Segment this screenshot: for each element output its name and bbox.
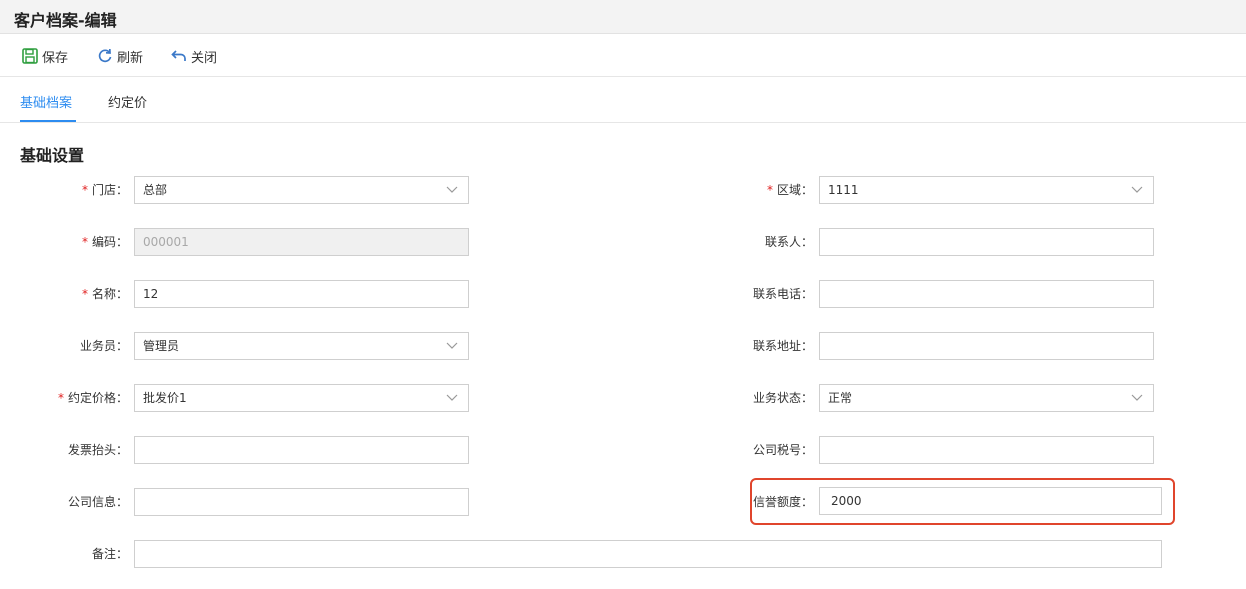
store-label: * 门店：: [81, 183, 128, 197]
active-tab-indicator: [20, 120, 76, 122]
price-level-label: * 约定价格：: [57, 391, 128, 405]
tax-no-label: 公司税号：: [752, 443, 813, 457]
chevron-down-icon: [1131, 186, 1143, 193]
refresh-button[interactable]: 刷新: [97, 46, 143, 66]
phone-input[interactable]: [819, 280, 1154, 308]
code-field: 000001: [134, 228, 469, 256]
salesman-label: 业务员：: [79, 339, 128, 353]
company-info-input[interactable]: [134, 488, 469, 516]
undo-icon: [171, 50, 186, 61]
tax-no-input[interactable]: [819, 436, 1154, 464]
required-mark: *: [81, 183, 88, 197]
section-title: 基础设置: [20, 146, 85, 165]
required-mark: *: [57, 391, 64, 405]
name-value: 12: [143, 287, 159, 301]
refresh-label: 刷新: [117, 50, 144, 66]
save-label: 保存: [42, 50, 69, 66]
name-input[interactable]: 12: [134, 280, 469, 308]
name-label: * 名称：: [81, 287, 128, 301]
toolbar: 保存 刷新 关闭: [0, 34, 1246, 77]
status-select[interactable]: 正常: [819, 384, 1154, 412]
required-mark: *: [81, 287, 88, 301]
company-info-label: 公司信息：: [67, 495, 128, 509]
close-label: 关闭: [191, 50, 218, 66]
region-label: * 区域：: [766, 183, 813, 197]
store-value: 总部: [143, 183, 168, 197]
status-value: 正常: [828, 391, 853, 405]
region-value: 1111: [828, 183, 859, 197]
save-icon: [22, 48, 38, 64]
invoice-title-label: 发票抬头：: [67, 443, 128, 457]
required-mark: *: [81, 235, 88, 249]
tab-basic-archive[interactable]: 基础档案: [20, 92, 72, 111]
code-value: 000001: [143, 235, 189, 249]
save-button[interactable]: 保存: [22, 46, 68, 66]
price-level-value: 批发价1: [143, 391, 187, 405]
code-label: * 编码：: [81, 235, 128, 249]
title-bar: 客户档案-编辑: [0, 0, 1246, 34]
required-mark: *: [766, 183, 773, 197]
page-title: 客户档案-编辑: [14, 11, 117, 30]
price-level-select[interactable]: 批发价1: [134, 384, 469, 412]
chevron-down-icon: [446, 394, 458, 401]
tab-agreed-price[interactable]: 约定价: [108, 92, 147, 111]
contact-input[interactable]: [819, 228, 1154, 256]
chevron-down-icon: [1131, 394, 1143, 401]
status-label: 业务状态：: [752, 391, 813, 405]
tab-bar: 基础档案 约定价: [0, 78, 1246, 123]
phone-label: 联系电话：: [752, 287, 813, 301]
chevron-down-icon: [446, 342, 458, 349]
address-label: 联系地址：: [752, 339, 813, 353]
salesman-select[interactable]: 管理员: [134, 332, 469, 360]
address-input[interactable]: [819, 332, 1154, 360]
remark-input[interactable]: [134, 540, 1162, 568]
salesman-value: 管理员: [143, 339, 180, 353]
close-button[interactable]: 关闭: [171, 46, 217, 66]
remark-label: 备注：: [91, 547, 128, 561]
chevron-down-icon: [446, 186, 458, 193]
store-select[interactable]: 总部: [134, 176, 469, 204]
contact-label: 联系人：: [764, 235, 813, 249]
refresh-icon: [98, 48, 112, 63]
invoice-title-input[interactable]: [134, 436, 469, 464]
region-select[interactable]: 1111: [819, 176, 1154, 204]
highlight-box: [750, 478, 1175, 525]
